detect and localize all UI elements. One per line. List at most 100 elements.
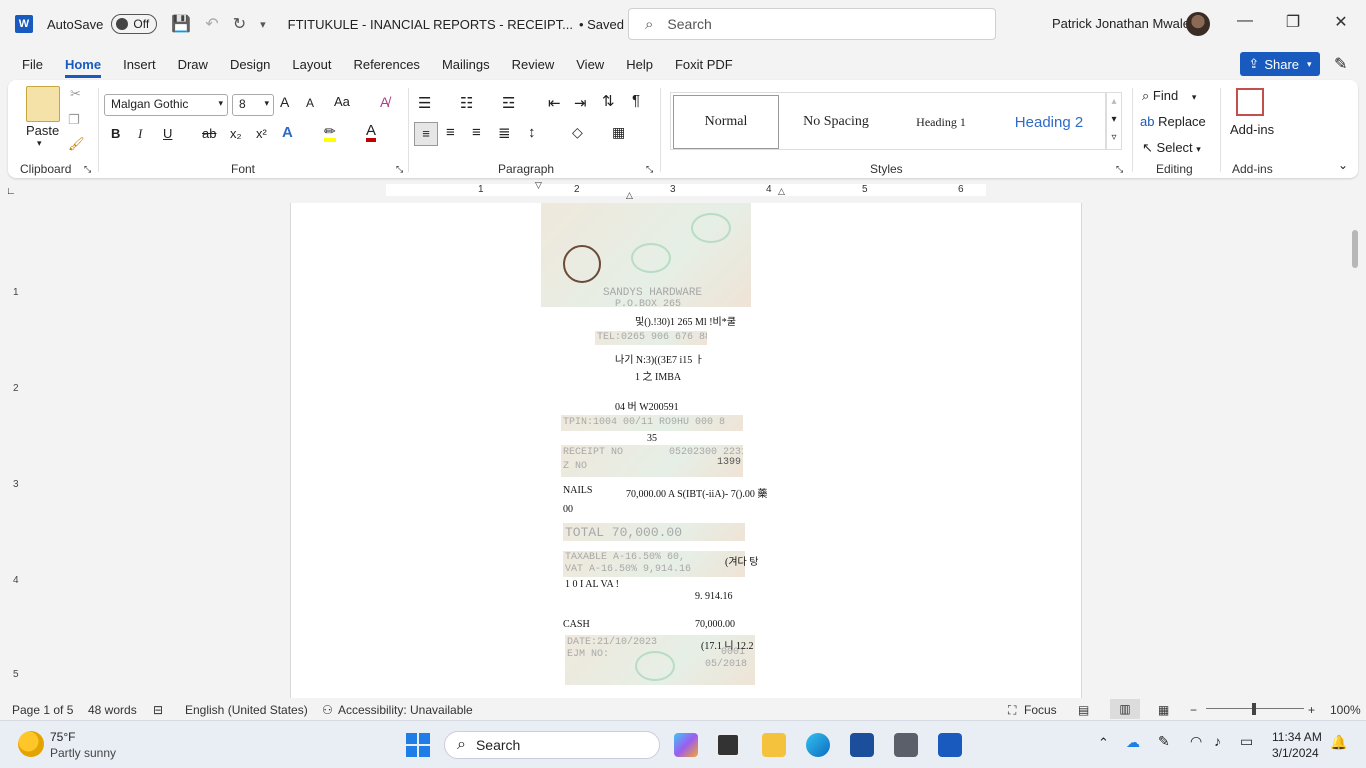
underline-button[interactable]: U <box>163 126 172 141</box>
format-painter-icon[interactable]: 🖌 <box>68 136 85 152</box>
receipt-image-strip[interactable]: TOTAL 70,000.00 <box>563 523 745 541</box>
increase-indent-icon[interactable]: ⇥ <box>574 94 587 112</box>
saved-status[interactable]: • Saved <box>579 17 624 32</box>
cut-icon[interactable]: ✂ <box>70 86 81 102</box>
tab-layout[interactable]: Layout <box>292 51 331 78</box>
copilot-icon[interactable] <box>674 733 698 757</box>
search-input[interactable]: ⌕ Search <box>628 8 996 40</box>
language-indicator[interactable]: English (United States) <box>185 703 308 717</box>
style-no-spacing[interactable]: No Spacing <box>783 95 889 149</box>
italic-button[interactable]: I <box>138 126 142 142</box>
receipt-image-strip[interactable]: TAXABLE A-16.50% 60, VAT A-16.50% 9,914.… <box>563 551 745 577</box>
numbering-icon[interactable]: ☷ <box>460 94 473 112</box>
change-case-button[interactable]: Aa <box>334 94 350 109</box>
document-page[interactable]: SANDYS HARDWARE P.O.BOX 265 및().!30)1 26… <box>290 203 1082 698</box>
chevron-up-icon[interactable]: ⌃ <box>1098 735 1109 751</box>
decrease-indent-icon[interactable]: ⇤ <box>548 94 561 112</box>
style-heading-1[interactable]: Heading 1 <box>893 95 989 149</box>
justify-icon[interactable]: ≣ <box>498 124 511 142</box>
print-layout-icon[interactable]: ▥ <box>1110 699 1140 719</box>
borders-icon[interactable]: ▦ <box>612 124 625 141</box>
page-indicator[interactable]: Page 1 of 5 <box>12 703 73 717</box>
vertical-scrollbar[interactable] <box>1352 230 1358 268</box>
clock-date[interactable]: 3/1/2024 <box>1272 746 1319 760</box>
redo-icon[interactable]: ↻ <box>233 14 246 34</box>
avatar[interactable] <box>1186 12 1210 36</box>
font-size-select[interactable]: 8 ▾ <box>232 94 274 116</box>
web-layout-icon[interactable]: ▦ <box>1158 703 1169 717</box>
battery-icon[interactable]: ▭ <box>1240 733 1253 750</box>
superscript-button[interactable]: x² <box>256 126 267 141</box>
select-button[interactable]: ↖ Select ▾ <box>1142 140 1201 156</box>
undo-icon[interactable]: ↶ <box>205 14 218 34</box>
file-explorer-icon[interactable] <box>762 733 786 757</box>
tab-view[interactable]: View <box>576 51 604 78</box>
wifi-icon[interactable]: ◠ <box>1190 733 1202 750</box>
weather-temp[interactable]: 75°F <box>50 730 75 744</box>
paste-icon[interactable] <box>26 86 60 122</box>
bold-button[interactable]: B <box>111 126 120 141</box>
font-color-button[interactable]: A <box>366 123 377 142</box>
tab-references[interactable]: References <box>353 51 419 78</box>
clock-time[interactable]: 11:34 AM <box>1272 730 1322 744</box>
right-indent-icon[interactable]: △ <box>778 186 785 197</box>
volume-icon[interactable]: ♪ <box>1214 733 1221 749</box>
collapse-ribbon-icon[interactable]: ⌄ <box>1338 158 1348 172</box>
receipt-image-strip[interactable]: RECEIPT NO 05202300 22317 Z NO 1399 <box>561 445 743 477</box>
chevron-up-icon[interactable]: ▴ <box>1107 93 1121 111</box>
focus-button[interactable]: Focus <box>1024 703 1057 717</box>
receipt-image-strip[interactable]: TEL:0265 906 676 888 <box>595 331 707 345</box>
receipt-image-strip[interactable]: TPIN:1004 00/11 RO9HU 000 8 <box>561 415 743 431</box>
close-icon[interactable]: ✕ <box>1318 12 1364 32</box>
word-taskbar-icon[interactable] <box>938 733 962 757</box>
dialog-launcher-icon[interactable]: ⤡ <box>396 164 403 175</box>
chevron-down-icon[interactable]: ▾ <box>1107 111 1121 129</box>
hanging-indent-icon[interactable]: △ <box>626 190 633 201</box>
style-heading-2[interactable]: Heading 2 <box>993 95 1105 149</box>
user-name[interactable]: Patrick Jonathan Mwale <box>1052 16 1190 31</box>
tab-selector-icon[interactable]: ∟ <box>6 186 16 197</box>
add-ins-icon[interactable] <box>1236 88 1264 116</box>
text-effects-button[interactable]: A <box>282 124 293 141</box>
restore-icon[interactable]: ❐ <box>1270 12 1316 32</box>
align-left-icon[interactable]: ≡ <box>414 122 438 146</box>
store-icon[interactable] <box>850 733 874 757</box>
dialog-launcher-icon[interactable]: ⤡ <box>84 164 91 175</box>
task-view-icon[interactable] <box>716 733 740 757</box>
replace-button[interactable]: ab Replace <box>1140 114 1206 129</box>
weather-desc[interactable]: Partly sunny <box>50 746 116 760</box>
vertical-ruler[interactable]: 1 2 3 4 5 <box>6 203 19 693</box>
onedrive-icon[interactable]: ☁ <box>1126 734 1140 751</box>
horizontal-ruler[interactable]: 1 2 3 4 5 6 ▽ △ △ <box>290 180 1082 200</box>
autosave-toggle[interactable]: Off <box>111 14 158 34</box>
style-normal[interactable]: Normal <box>673 95 779 149</box>
add-ins-button[interactable]: Add-ins <box>1230 122 1274 137</box>
read-mode-icon[interactable]: ▤ <box>1078 703 1089 717</box>
share-button[interactable]: ⇪ Share ▾ <box>1240 52 1320 76</box>
zoom-slider-thumb[interactable] <box>1252 703 1256 715</box>
more-icon[interactable]: ▿ <box>1107 129 1121 147</box>
strikethrough-button[interactable]: ab <box>202 126 216 141</box>
zoom-level[interactable]: 100% <box>1330 703 1361 717</box>
tab-foxit-pdf[interactable]: Foxit PDF <box>675 51 733 78</box>
shrink-font-icon[interactable]: A <box>306 96 314 110</box>
zoom-out-icon[interactable]: − <box>1190 703 1197 717</box>
camera-icon[interactable] <box>894 733 918 757</box>
save-icon[interactable]: 💾 <box>171 14 191 34</box>
notification-bell-icon[interactable]: 🔔 <box>1330 734 1347 751</box>
line-spacing-icon[interactable]: ↕ <box>528 124 536 141</box>
shading-icon[interactable]: ◇ <box>572 124 583 141</box>
dialog-launcher-icon[interactable]: ⤡ <box>1116 164 1123 175</box>
tab-design[interactable]: Design <box>230 51 270 78</box>
clear-formatting-icon[interactable]: A̸ <box>380 94 389 110</box>
customize-qat-icon[interactable]: ▾ <box>260 18 266 31</box>
tab-file[interactable]: File <box>22 51 43 78</box>
styles-scroll[interactable]: ▴ ▾ ▿ <box>1106 92 1122 150</box>
align-right-icon[interactable]: ≡ <box>472 124 481 141</box>
receipt-header-image[interactable]: SANDYS HARDWARE P.O.BOX 265 <box>541 203 751 307</box>
tab-draw[interactable]: Draw <box>178 51 208 78</box>
subscript-button[interactable]: x₂ <box>230 126 242 141</box>
highlight-icon[interactable]: ✏ <box>324 124 336 142</box>
word-count[interactable]: 48 words <box>88 703 137 717</box>
minimize-icon[interactable]: — <box>1222 12 1268 30</box>
